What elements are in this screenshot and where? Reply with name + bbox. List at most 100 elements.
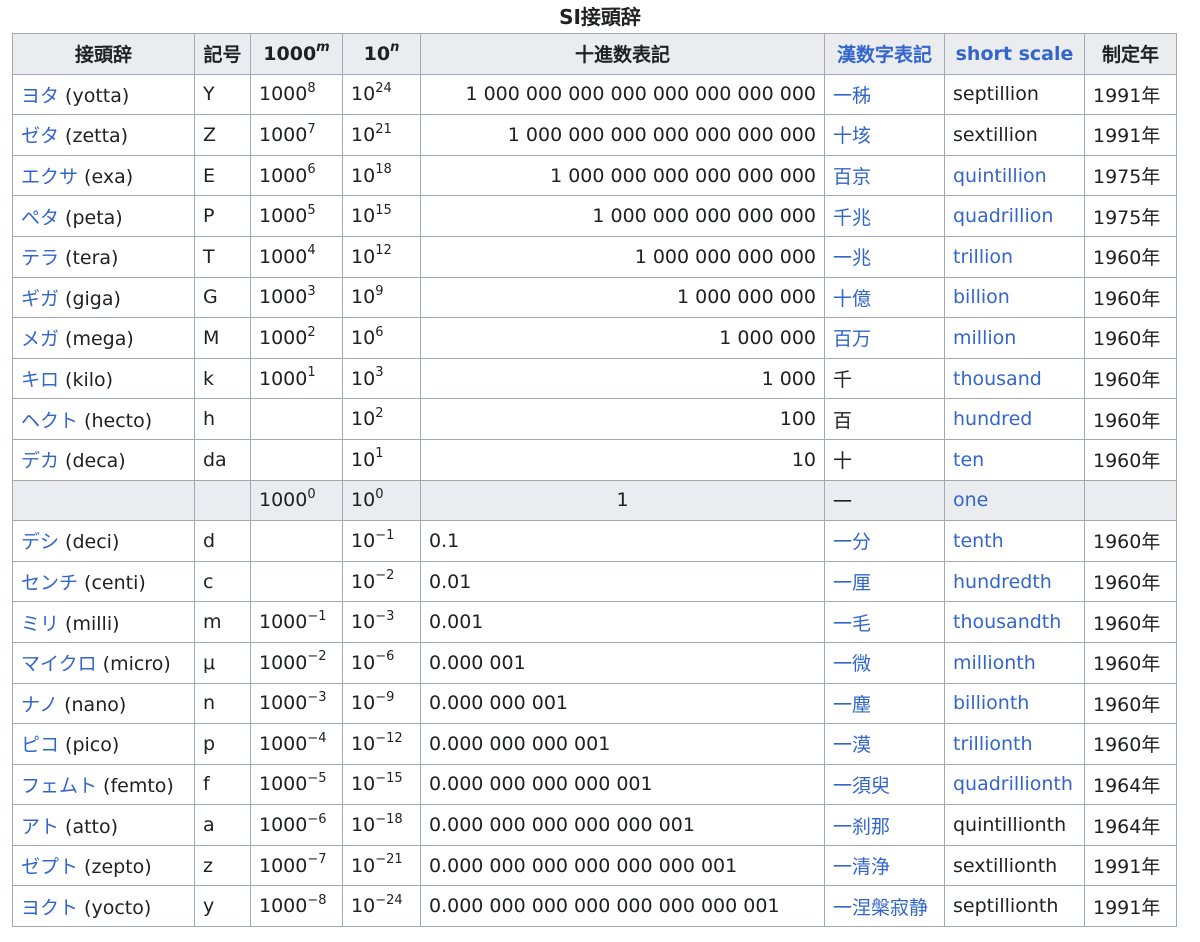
kanji-link[interactable]: 千兆 <box>833 207 871 229</box>
table-row: アト (atto) a 1000−6 10−18 0.000 000 000 000 0… <box>12 804 1177 846</box>
prefix-latin: (centi) <box>78 572 146 595</box>
kanji-link[interactable]: 一須臾 <box>833 775 890 797</box>
short-scale-link[interactable]: thousandth <box>953 611 1061 633</box>
header-decimal: 十進数表記 <box>420 33 825 75</box>
kanji-link[interactable]: 十垓 <box>833 125 871 147</box>
header-power-1000: 1000m <box>250 33 343 75</box>
kanji-cell: 一毛 <box>824 601 945 643</box>
symbol-cell: da <box>194 438 251 481</box>
short-scale-link[interactable]: billion <box>953 286 1010 308</box>
kanji-link[interactable]: 一刹那 <box>833 816 890 838</box>
kanji-link[interactable]: 一厘 <box>833 572 871 594</box>
decimal-cell: 1 <box>420 479 825 522</box>
prefix-link[interactable]: テラ <box>21 247 59 269</box>
prefix-link[interactable]: アト <box>21 816 59 838</box>
prefix-link[interactable]: ミリ <box>21 613 59 635</box>
short-scale-cell: one <box>944 479 1085 522</box>
prefix-cell: ヘクト (hecto) <box>12 398 195 440</box>
prefix-latin: (deci) <box>59 531 120 554</box>
kanji-text: 千 <box>833 369 853 392</box>
short-scale-link[interactable]: millionth <box>953 652 1036 674</box>
kanji-link[interactable]: 一兆 <box>833 247 871 269</box>
short-scale-link[interactable]: quintillion <box>953 165 1047 187</box>
power-10-cell-exp: 2 <box>375 405 384 421</box>
short-scale-link[interactable]: trillionth <box>953 733 1033 755</box>
table-row: ギガ (giga) G 10003 109 1 000 000 000 十億 billion… <box>12 276 1177 319</box>
prefix-link[interactable]: メガ <box>21 328 59 350</box>
prefix-cell <box>12 479 195 522</box>
short-scale-link[interactable]: million <box>953 327 1016 349</box>
prefix-link[interactable]: デカ <box>21 450 59 472</box>
prefix-link[interactable]: ゼプト <box>21 856 78 878</box>
short-scale-link[interactable]: thousand <box>953 368 1042 390</box>
power-1000-cell-base: 1000 <box>259 123 308 146</box>
power-10-cell: 10−2 <box>342 560 421 603</box>
decimal-cell: 1 000 000 000 000 000 <box>420 195 825 237</box>
short-scale-cell: million <box>944 317 1085 359</box>
prefix-cell: テラ (tera) <box>12 235 195 278</box>
decimal-cell: 0.000 000 000 000 001 <box>420 763 825 806</box>
kanji-link[interactable]: 一涅槃寂静 <box>833 897 928 919</box>
kanji-cell: 一清浄 <box>824 844 945 887</box>
power-10-cell-exp: 6 <box>375 324 384 340</box>
prefix-link[interactable]: ナノ <box>21 694 58 716</box>
kanji-link[interactable]: 一毛 <box>833 613 871 635</box>
prefix-link[interactable]: マイクロ <box>21 653 97 675</box>
kanji-link[interactable]: 一微 <box>833 653 871 675</box>
power-1000-cell-base: 1000 <box>259 611 308 634</box>
power-10-cell-exp: −21 <box>375 852 403 868</box>
kanji-link[interactable]: 一漠 <box>833 734 871 756</box>
short-scale-cell: trillion <box>944 235 1085 278</box>
year-cell: 1960年 <box>1084 317 1177 359</box>
prefix-cell: ギガ (giga) <box>12 276 195 319</box>
kanji-link[interactable]: 百京 <box>833 166 871 188</box>
prefix-link[interactable]: キロ <box>21 369 59 391</box>
prefix-link[interactable]: ペタ <box>21 207 59 229</box>
short-scale-link[interactable]: trillion <box>953 246 1013 268</box>
kanji-link[interactable]: 十億 <box>833 288 871 310</box>
power-10-cell-base: 10 <box>351 814 376 837</box>
kanji-link[interactable]: 一分 <box>833 531 871 553</box>
kanji-link[interactable]: 百万 <box>833 328 871 350</box>
prefix-link[interactable]: センチ <box>21 572 78 594</box>
header-short-scale-link[interactable]: short scale <box>944 33 1085 75</box>
power-1000-cell: 10008 <box>250 73 343 116</box>
short-scale-link[interactable]: quadrillion <box>953 205 1053 227</box>
short-scale-link[interactable]: one <box>953 489 988 511</box>
prefix-link[interactable]: ヘクト <box>21 410 78 432</box>
prefix-cell: ゼプト (zepto) <box>12 844 195 887</box>
power-10-cell-exp: 18 <box>375 162 392 178</box>
header-kanji-link[interactable]: 漢数字表記 <box>824 33 945 75</box>
power-1000-cell <box>250 398 343 440</box>
prefix-cell: デカ (deca) <box>12 438 195 481</box>
kanji-link[interactable]: 一清浄 <box>833 856 890 878</box>
power-1000-cell: 10004 <box>250 235 343 278</box>
kanji-link[interactable]: 一秭 <box>833 85 871 107</box>
short-scale-cell: billion <box>944 276 1085 319</box>
power-10-cell-base: 10 <box>351 692 376 715</box>
power-10-cell: 10−9 <box>342 682 421 725</box>
prefix-link[interactable]: ピコ <box>21 734 59 756</box>
short-scale-link[interactable]: billionth <box>953 692 1029 714</box>
short-scale-link[interactable]: tenth <box>953 530 1004 552</box>
short-scale-link[interactable]: hundredth <box>953 571 1052 593</box>
short-scale-link[interactable]: ten <box>953 449 984 471</box>
table-row: センチ (centi) c 10−2 0.01 一厘 hundredth 1960年 <box>12 560 1177 603</box>
power-10-cell-exp: 1 <box>375 446 384 462</box>
table-row: メガ (mega) M 10002 106 1 000 000 百万 million 1960… <box>12 317 1177 359</box>
short-scale-link[interactable]: quadrillionth <box>953 773 1073 795</box>
prefix-link[interactable]: フェムト <box>21 775 97 797</box>
prefix-link[interactable]: ヨタ <box>21 85 59 107</box>
prefix-link[interactable]: デシ <box>21 531 59 553</box>
short-scale-link[interactable]: hundred <box>953 408 1032 430</box>
prefix-link[interactable]: エクサ <box>21 166 78 188</box>
prefix-link[interactable]: ゼタ <box>21 125 59 147</box>
kanji-link[interactable]: 一塵 <box>833 694 871 716</box>
power-10-cell-exp: 9 <box>375 284 384 300</box>
prefix-link[interactable]: ギガ <box>21 288 59 310</box>
power-1000-cell: 1000−1 <box>250 601 343 643</box>
prefix-link[interactable]: ヨクト <box>21 897 78 919</box>
year-cell: 1964年 <box>1084 804 1177 846</box>
short-scale-cell: quintillionth <box>944 804 1085 846</box>
power-1000-cell: 1000−2 <box>250 641 343 684</box>
